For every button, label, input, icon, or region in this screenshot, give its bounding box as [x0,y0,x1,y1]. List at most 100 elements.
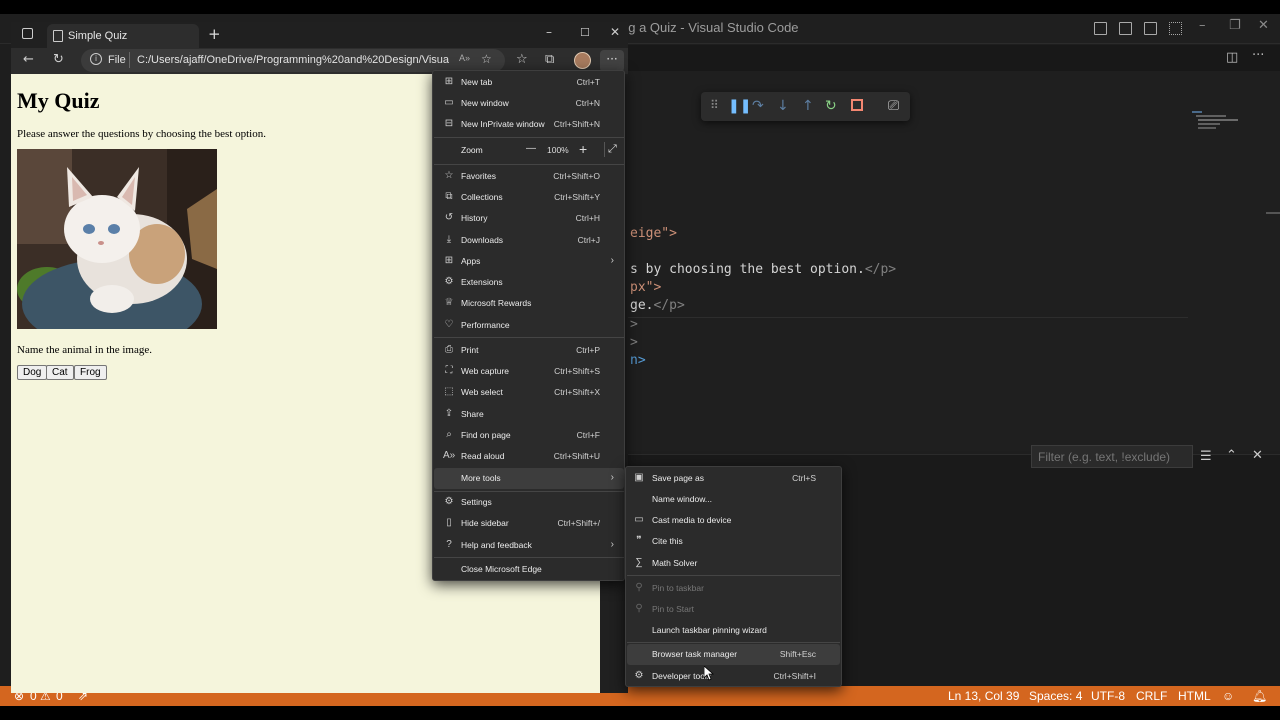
menu-item-developer-tools[interactable]: ⚙ Developer tools Ctrl+Shift+I [627,666,840,687]
code-text: px"> [630,280,662,295]
step-over-icon[interactable]: ↷ [752,98,764,114]
code-editor[interactable] [600,71,1280,451]
menu-item-label: Extensions [461,277,503,287]
menu-item-hide-sidebar[interactable]: ▯ Hide sidebar Ctrl+Shift+/ [434,513,624,534]
menu-item-math-solver[interactable]: ∑ Math Solver [627,553,840,574]
tab-simple-quiz[interactable]: Simple Quiz [47,24,199,48]
menu-item-close-edge[interactable]: Close Microsoft Edge [434,559,624,580]
info-icon[interactable]: i [90,53,102,65]
menu-item-history[interactable]: ↺ History Ctrl+H [434,208,624,229]
menu-item-cast-media[interactable]: ▭ Cast media to device [627,510,840,531]
profile-avatar[interactable] [574,52,591,69]
kitten-image [17,149,217,329]
settings-and-more-icon[interactable]: ··· [600,50,624,72]
close-icon[interactable]: ✕ [1258,18,1269,33]
new-tab-icon[interactable]: + [208,25,221,43]
panel-filter-input[interactable] [1031,445,1193,468]
back-icon[interactable]: ← [23,52,34,67]
maximize-panel-icon[interactable]: ⌃ [1226,448,1237,463]
drag-handle-icon[interactable]: ⠿ [710,98,719,112]
editor-tab-bar: ◫ ··· [600,45,1280,71]
menu-item-apps[interactable]: ⊞ Apps › [434,251,624,272]
list-view-icon[interactable]: ☰ [1200,449,1212,464]
menu-item-save-page-as[interactable]: ▣ Save page as Ctrl+S [627,468,840,489]
menu-item-new-window[interactable]: ▭ New window Ctrl+N [434,93,624,114]
restore-icon[interactable]: ❐ [1229,18,1241,33]
menu-item-favorites[interactable]: ☆ Favorites Ctrl+Shift+O [434,166,624,187]
rewards-icon: ♕ [444,297,454,308]
answer-dog-button[interactable]: Dog [17,365,48,380]
step-into-icon[interactable]: ↓ [777,98,789,114]
indentation[interactable]: Spaces: 4 [1029,689,1082,703]
toggle-panel-icon[interactable] [1119,22,1132,35]
menu-item-web-select[interactable]: ⬚ Web select Ctrl+Shift+X [434,382,624,403]
minimap[interactable] [1192,109,1242,139]
refresh-icon[interactable]: ↻ [53,52,64,67]
zoom-out-button[interactable]: — [526,143,536,154]
menu-item-web-capture[interactable]: ⛶ Web capture Ctrl+Shift+S [434,361,624,382]
menu-item-browser-task-manager[interactable]: Browser task manager Shift+Esc [627,644,840,665]
menu-item-share[interactable]: ⇪ Share [434,404,624,425]
menu-item-microsoft-rewards[interactable]: ♕ Microsoft Rewards [434,293,624,314]
answer-frog-button[interactable]: Frog [74,365,107,380]
read-aloud-icon: A» [443,450,456,461]
menu-item-performance[interactable]: ♡ Performance [434,315,624,336]
menu-item-shortcut: Ctrl+N [575,98,600,108]
restart-icon[interactable]: ↻ [825,98,837,114]
settings-gear-icon: ⚙ [444,496,454,507]
zoom-in-button[interactable]: + [579,141,587,157]
address-bar[interactable]: i File C:/Users/ajaff/OneDrive/Programmi… [81,49,505,72]
tab-actions-icon[interactable] [22,28,33,39]
add-favorite-icon[interactable]: ☆ [481,52,492,66]
address-url[interactable]: C:/Users/ajaff/OneDrive/Programming%20an… [137,54,449,66]
menu-item-help-and-feedback[interactable]: ? Help and feedback › [434,535,624,556]
minimize-icon[interactable]: – [546,25,552,39]
read-aloud-icon[interactable]: A» [459,53,470,63]
minimize-icon[interactable]: – [1199,18,1206,33]
menu-item-new-tab[interactable]: ⊞ New tab Ctrl+T [434,72,624,93]
menu-item-cite-this[interactable]: ❞ Cite this [627,531,840,552]
menu-item-read-aloud[interactable]: A» Read aloud Ctrl+Shift+U [434,446,624,467]
menu-item-extensions[interactable]: ⚙ Extensions [434,272,624,293]
menu-item-label: Microsoft Rewards [461,298,532,308]
full-screen-icon[interactable]: ⤢ [608,143,617,156]
menu-item-new-inprivate-window[interactable]: ⊟ New InPrivate window Ctrl+Shift+N [434,114,624,135]
stop-icon[interactable] [851,99,863,111]
customize-layout-icon[interactable] [1169,22,1182,35]
toggle-primary-sidebar-icon[interactable] [1094,22,1107,35]
close-panel-icon[interactable]: ✕ [1252,448,1263,463]
menu-item-label: Settings [461,497,492,507]
favorites-icon[interactable]: ☆ [516,52,528,67]
collections-icon[interactable]: ⧉ [545,52,554,67]
menu-item-print[interactable]: ⎙ Print Ctrl+P [434,340,624,361]
encoding[interactable]: UTF-8 [1091,689,1125,703]
answer-cat-button[interactable]: Cat [46,365,74,380]
notifications-bell-icon[interactable]: 🔔︎ [1252,689,1267,703]
step-out-icon[interactable]: ↑ [802,98,814,114]
split-editor-icon[interactable]: ◫ [1226,50,1238,65]
menu-item-label: Name window... [652,494,712,504]
toggle-secondary-sidebar-icon[interactable] [1144,22,1157,35]
help-icon: ? [446,539,452,550]
page-title: My Quiz [17,88,100,113]
menu-item-downloads[interactable]: ⤓ Downloads Ctrl+J [434,230,624,251]
pause-icon[interactable]: ❚❚ [728,98,751,114]
menu-item-settings[interactable]: ⚙ Settings [434,492,624,513]
end-of-line[interactable]: CRLF [1136,689,1167,703]
language-mode[interactable]: HTML [1178,689,1211,703]
menu-item-collections[interactable]: ⧉ Collections Ctrl+Shift+Y [434,187,624,208]
inspect-icon[interactable]: ⎚ [888,98,899,114]
menu-separator [627,642,840,643]
menu-item-shortcut: Ctrl+Shift+/ [557,518,600,528]
close-window-icon[interactable]: ✕ [610,25,620,39]
feedback-icon[interactable]: ☺ [1222,689,1234,703]
more-actions-icon[interactable]: ··· [1252,48,1264,63]
menu-item-find-on-page[interactable]: ⌕ Find on page Ctrl+F [434,425,624,446]
inprivate-icon: ⊟ [444,118,454,129]
menu-item-more-tools[interactable]: More tools › [434,468,624,489]
cursor-position[interactable]: Ln 13, Col 39 [948,689,1019,703]
print-icon: ⎙ [445,344,453,355]
menu-item-pinning-wizard[interactable]: Launch taskbar pinning wizard [627,620,840,641]
menu-item-name-window[interactable]: Name window... [627,489,840,510]
maximize-icon[interactable]: ☐ [580,26,590,39]
